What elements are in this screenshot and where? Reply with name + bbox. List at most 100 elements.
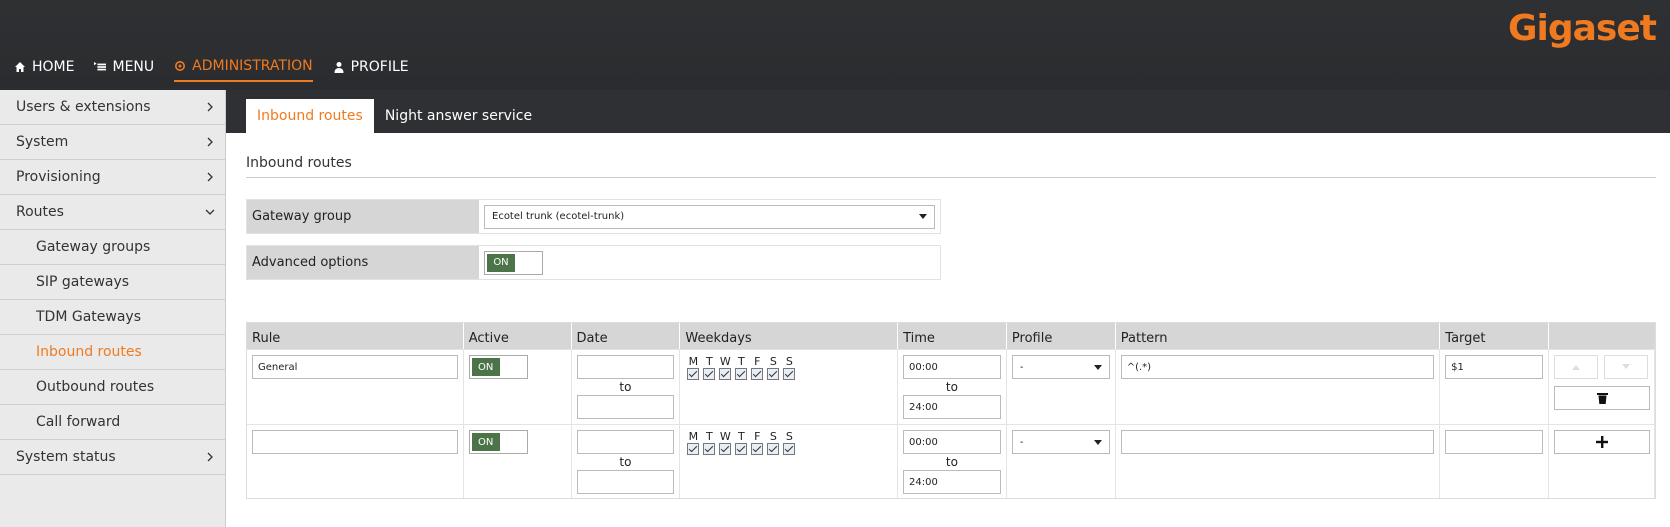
sidebar-item-label: Outbound routes [36,379,155,395]
sidebar-item-provisioning[interactable]: Provisioning [0,160,225,195]
date-from-input[interactable] [576,430,675,454]
sidebar-item-label: System status [16,449,116,465]
sidebar-item-gateway-groups[interactable]: Gateway groups [0,230,225,265]
weekday-checkboxes [685,368,892,380]
weekday-checkbox[interactable] [735,368,748,380]
profile-value: - [1019,361,1024,373]
top-bar: Gigaset HOME MENU ADMINISTRATION PROFILE [0,0,1670,90]
weekday-checkbox[interactable] [751,443,764,455]
weekday-checkbox[interactable] [751,368,764,380]
time-from-input[interactable]: 00:00 [903,355,1001,379]
menu-icon [94,61,107,71]
sidebar-item-tdm-gateways[interactable]: TDM Gateways [0,300,225,335]
header-target: Target [1440,323,1550,349]
nav-profile[interactable]: PROFILE [333,58,409,82]
sidebar-item-label: Inbound routes [36,344,142,360]
header-active: Active [464,323,572,349]
target-input[interactable]: $1 [1445,355,1544,379]
sidebar-item-sip-gateways[interactable]: SIP gateways [0,265,225,300]
weekday-letters: MTWTFSS [685,355,892,368]
header-weekdays: Weekdays [680,323,899,349]
rule-input[interactable]: General [252,355,458,379]
profile-value: - [1019,436,1024,448]
header-pattern: Pattern [1116,323,1441,349]
weekday-letter: M [688,355,699,368]
time-from-input[interactable]: 00:00 [903,430,1001,454]
active-toggle[interactable]: ON [468,355,528,379]
sidebar-item-system[interactable]: System [0,125,225,160]
chevron-right-icon [207,137,213,147]
weekday-checkbox[interactable] [719,443,732,455]
move-up-button[interactable] [1554,355,1599,379]
weekday-checkbox[interactable] [783,443,796,455]
gear-icon [175,61,186,71]
rule-input[interactable] [252,430,458,454]
target-input[interactable] [1445,430,1544,454]
trash-icon [1596,393,1608,404]
tab-night-answer-service[interactable]: Night answer service [374,99,543,133]
time-to-input[interactable]: 24:00 [903,395,1001,419]
chevron-right-icon [207,452,213,462]
weekday-checkbox[interactable] [703,368,716,380]
nav-menu[interactable]: MENU [94,58,154,82]
advanced-options-toggle[interactable]: ON [484,250,543,275]
sidebar-item-label: Users & extensions [16,99,151,115]
move-down-button[interactable] [1604,355,1649,379]
sidebar-item-call-forward[interactable]: Call forward [0,405,225,440]
arrow-down-icon [1622,364,1631,369]
gateway-group-select[interactable]: Ecotel trunk (ecotel-trunk) [484,204,935,229]
weekday-letter: S [769,430,777,443]
arrow-up-icon [1572,365,1581,370]
home-icon [15,62,25,72]
active-toggle[interactable]: ON [468,430,528,454]
weekday-checkbox[interactable] [767,368,780,380]
nav-menu-label: MENU [112,59,155,75]
date-to-input[interactable] [576,470,675,494]
time-to-input[interactable]: 24:00 [903,470,1001,494]
sidebar-item-users-extensions[interactable]: Users & extensions [0,90,225,125]
nav-home[interactable]: HOME [14,58,74,82]
caret-down-icon [1093,364,1102,370]
weekday-checkbox[interactable] [735,443,748,455]
to-label: to [945,380,958,394]
weekday-checkbox[interactable] [687,368,700,380]
weekday-checkbox[interactable] [767,443,780,455]
weekday-letter: W [719,430,731,443]
nav-administration[interactable]: ADMINISTRATION [174,58,313,82]
sidebar-item-outbound-routes[interactable]: Outbound routes [0,370,225,405]
weekday-letters: MTWTFSS [685,430,892,443]
weekday-checkbox[interactable] [719,368,732,380]
profile-select[interactable]: - [1011,430,1110,454]
to-label: to [619,380,632,394]
nav-administration-label: ADMINISTRATION [192,58,313,74]
plus-icon [1596,436,1609,448]
weekday-checkbox[interactable] [687,443,700,455]
gateway-group-row: Gateway group Ecotel trunk (ecotel-trunk… [246,199,941,234]
caret-down-icon [919,214,927,219]
pattern-input[interactable] [1120,430,1435,454]
weekday-letter: T [737,430,745,443]
pattern-input[interactable]: ^(.*) [1120,355,1435,379]
weekday-letter: T [705,355,713,368]
tabs: Inbound routes Night answer service [246,99,543,133]
main-navigation: HOME MENU ADMINISTRATION PROFILE [14,58,409,82]
delete-button[interactable] [1554,386,1651,410]
sidebar-item-routes[interactable]: Routes [0,195,225,230]
weekday-checkbox[interactable] [703,443,716,455]
profile-select[interactable]: - [1011,355,1110,379]
weekday-letter: M [688,430,699,443]
add-route-button[interactable] [1554,430,1651,454]
chevron-right-icon [207,102,213,112]
date-to-input[interactable] [576,395,675,419]
sidebar-item-system-status[interactable]: System status [0,440,225,475]
weekday-letter: F [754,355,761,368]
gateway-group-label: Gateway group [247,200,479,233]
toggle-on-label: ON [487,253,515,272]
weekday-checkbox[interactable] [783,368,796,380]
gateway-group-value: Ecotel trunk (ecotel-trunk) [492,211,625,222]
date-from-input[interactable] [576,355,675,379]
tab-inbound-routes[interactable]: Inbound routes [246,99,374,133]
sidebar-item-inbound-routes[interactable]: Inbound routes [0,335,225,370]
header-time: Time [898,323,1007,349]
weekday-letter: T [737,355,745,368]
